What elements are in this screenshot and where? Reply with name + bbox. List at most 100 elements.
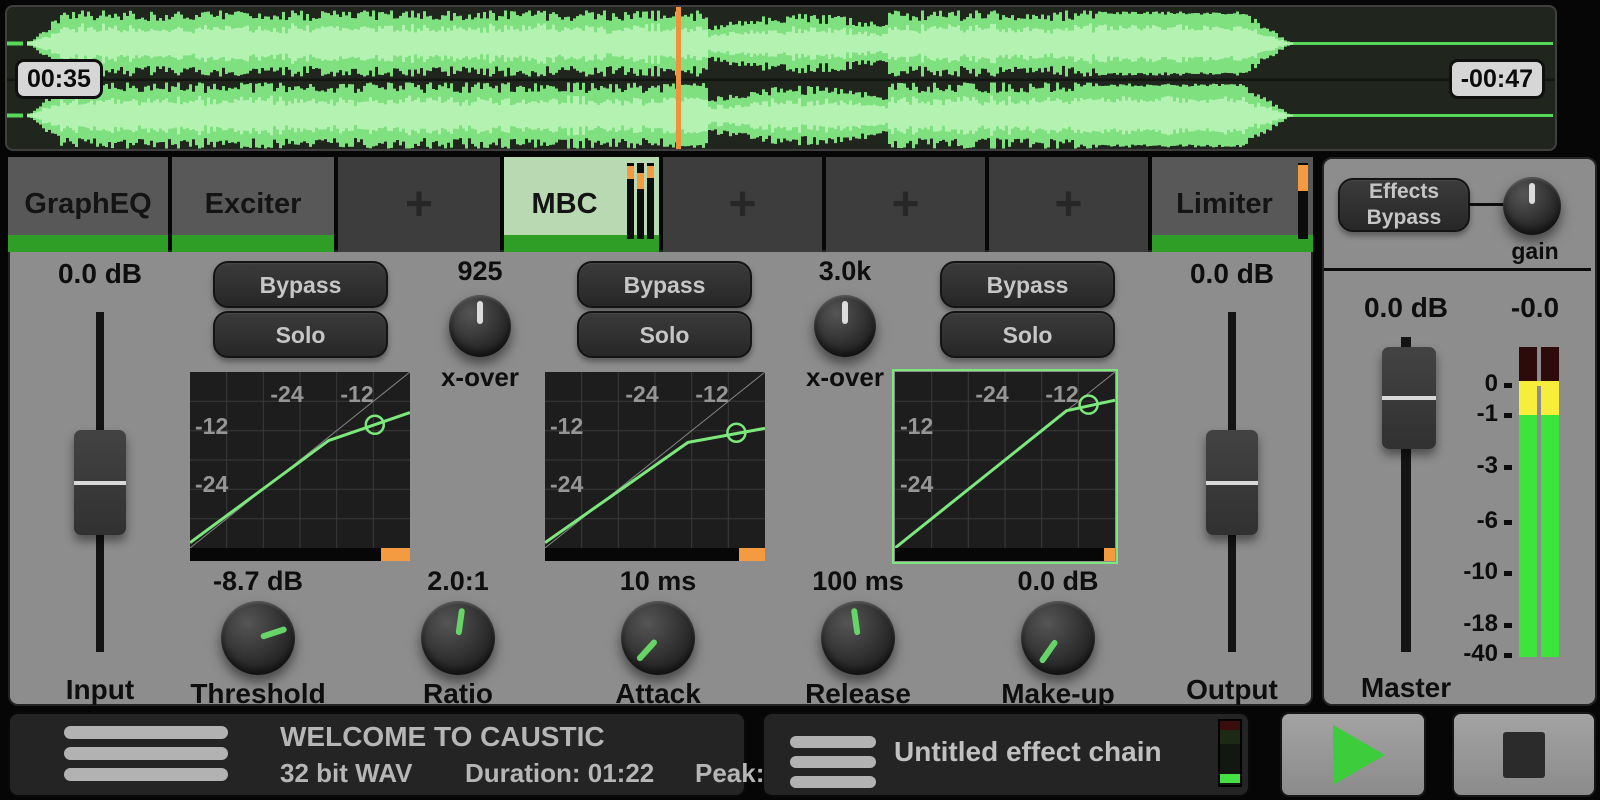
tab-mbc[interactable]: MBC <box>504 157 659 252</box>
tab-active-strip <box>1152 235 1313 252</box>
threshold-knob-pointer <box>260 626 287 640</box>
tab-meter-peak <box>647 166 654 178</box>
song-info-panel: WELCOME TO CAUSTIC 32 bit WAV Duration: … <box>8 712 746 797</box>
release-value: 100 ms <box>768 566 948 597</box>
tab-add-slot-6[interactable]: + <box>989 157 1148 252</box>
svg-text:-24: -24 <box>975 381 1008 407</box>
output-fader-grip-line <box>1206 481 1258 485</box>
master-meter-left-bar <box>1519 347 1537 657</box>
tab-meter-bar <box>637 163 644 239</box>
release-knob-pointer <box>851 608 861 635</box>
makeup-knob[interactable] <box>1021 601 1095 675</box>
song-title: WELCOME TO CAUSTIC <box>280 721 605 753</box>
band3-gain-reduction-meter <box>895 548 1115 561</box>
tab-active-strip <box>8 235 168 252</box>
meter-tick-label: -3 <box>1416 452 1498 480</box>
stop-icon <box>1503 732 1545 778</box>
svg-text:-24: -24 <box>270 381 303 407</box>
effects-bypass-label-line1: Effects <box>1369 179 1439 205</box>
caustic-mastering-app: 00:35 -00:47 GraphEQ Exciter + MBC + + + Limite… <box>0 0 1600 800</box>
svg-text:-12: -12 <box>195 413 228 439</box>
band2-solo-button[interactable]: Solo <box>577 311 752 358</box>
ratio-knob[interactable] <box>421 601 495 675</box>
plus-icon: + <box>1054 181 1082 229</box>
plus-icon: + <box>728 181 756 229</box>
meter-tick-label: -1 <box>1416 400 1498 428</box>
ratio-label: Ratio <box>363 678 553 710</box>
effects-bypass-label-line2: Bypass <box>1367 205 1442 231</box>
effect-chain-name: Untitled effect chain <box>894 736 1162 768</box>
svg-text:-24: -24 <box>195 471 228 497</box>
meter-right-yellow-zone <box>1541 384 1559 415</box>
play-button[interactable] <box>1280 712 1426 797</box>
meter-tick-label: -18 <box>1416 610 1498 638</box>
waveform-display[interactable]: 00:35 -00:47 <box>5 5 1557 151</box>
svg-text:-12: -12 <box>900 413 933 439</box>
meter-right-headroom <box>1541 347 1559 384</box>
svg-text:-24: -24 <box>900 471 933 497</box>
band3-bypass-button[interactable]: Bypass <box>940 261 1115 308</box>
input-gain-value: 0.0 dB <box>30 258 170 290</box>
tab-exciter[interactable]: Exciter <box>172 157 334 252</box>
attack-label: Attack <box>563 678 753 710</box>
plus-icon: + <box>405 181 433 229</box>
band2-compression-graph[interactable]: -24-12-12-24 <box>545 372 765 548</box>
tab-active-strip <box>172 235 334 252</box>
band2-gain-reduction-meter <box>545 548 765 561</box>
threshold-label: Threshold <box>163 678 353 710</box>
band3-compression-graph[interactable]: -24 -12 -12 -24 <box>895 372 1115 548</box>
remaining-time-badge: -00:47 <box>1449 59 1545 99</box>
tab-add-slot-2[interactable]: + <box>338 157 500 252</box>
playhead[interactable] <box>676 7 681 149</box>
threshold-knob[interactable] <box>221 601 295 675</box>
effects-bypass-button[interactable]: Effects Bypass <box>1338 178 1470 232</box>
tab-level-meters <box>627 163 654 239</box>
tab-label: Exciter <box>205 188 302 221</box>
band1-bypass-button[interactable]: Bypass <box>213 261 388 308</box>
tab-meter-bar <box>647 163 654 239</box>
gain-knob-label: gain <box>1490 238 1580 265</box>
xover1-knob-pointer <box>477 301 483 323</box>
xover1-label: x-over <box>410 362 550 393</box>
svg-text:-12: -12 <box>1045 381 1078 407</box>
tab-limiter[interactable]: Limiter <box>1152 157 1313 252</box>
meter-tick-label: -40 <box>1416 640 1498 668</box>
xover2-knob[interactable] <box>814 295 876 357</box>
stop-button[interactable] <box>1452 712 1596 797</box>
master-label: Master <box>1336 672 1476 704</box>
tab-meter-peak <box>637 173 644 189</box>
tab-meter-bar <box>627 163 634 239</box>
meter-peak-line <box>1519 381 1559 386</box>
master-meter-value: -0.0 <box>1480 292 1590 324</box>
threshold-value: -8.7 dB <box>168 566 348 597</box>
input-fader-thumb[interactable] <box>74 430 126 535</box>
attack-knob[interactable] <box>621 601 695 675</box>
xover1-knob[interactable] <box>449 295 511 357</box>
master-fader-value: 0.0 dB <box>1346 292 1466 324</box>
tab-add-slot-5[interactable]: + <box>826 157 985 252</box>
release-knob[interactable] <box>821 601 895 675</box>
meter-tick-mark <box>1504 383 1512 388</box>
tab-grapheq[interactable]: GraphEQ <box>8 157 168 252</box>
meter-tick-mark <box>1504 520 1512 525</box>
tab-add-slot-4[interactable]: + <box>663 157 822 252</box>
band1-compression-graph[interactable]: -24-12-12-24 <box>190 372 410 548</box>
output-fader-thumb[interactable] <box>1206 430 1258 535</box>
release-label: Release <box>763 678 953 710</box>
ratio-knob-indicator <box>416 596 500 680</box>
input-fader-grip-line <box>74 481 126 485</box>
tab-label: MBC <box>531 188 631 221</box>
gain-knob-pointer <box>1529 183 1535 204</box>
elapsed-time-badge: 00:35 <box>15 59 103 99</box>
gain-knob[interactable] <box>1503 177 1561 235</box>
band1-solo-button[interactable]: Solo <box>213 311 388 358</box>
tab-meter-peak <box>1298 165 1308 191</box>
master-fader-thumb[interactable] <box>1382 347 1436 449</box>
band2-bypass-button[interactable]: Bypass <box>577 261 752 308</box>
meter-left-yellow-zone <box>1519 384 1537 415</box>
play-icon <box>1333 725 1385 785</box>
master-section-divider <box>1324 268 1591 271</box>
attack-knob-pointer <box>636 638 658 662</box>
input-label: Input <box>30 674 170 706</box>
band3-solo-button[interactable]: Solo <box>940 311 1115 358</box>
